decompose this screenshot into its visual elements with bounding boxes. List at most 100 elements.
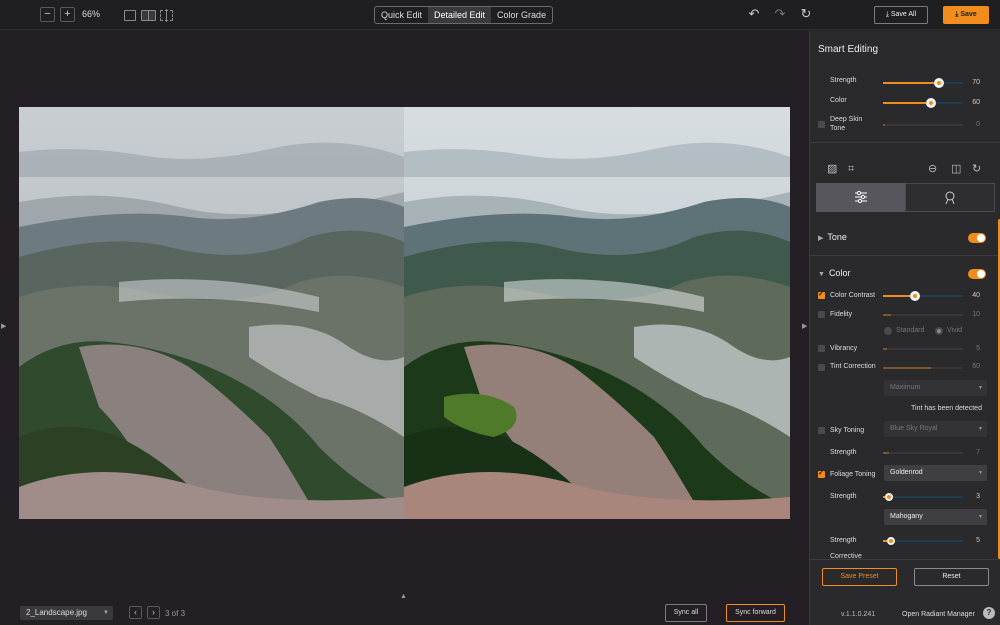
vibrancy-slider[interactable] bbox=[883, 348, 963, 350]
foliage-toning-dropdown-2[interactable]: Mahogany ▼ bbox=[884, 509, 987, 525]
deep-skin-value: 0 bbox=[976, 121, 980, 128]
save-all-button[interactable]: ⤓ Save All bbox=[874, 6, 928, 24]
file-selector[interactable]: 2_Landscape.jpg ▼ bbox=[20, 606, 113, 620]
next-image-button[interactable]: › bbox=[147, 606, 160, 619]
image-icon[interactable]: ▨ bbox=[827, 163, 837, 175]
fidelity-fill bbox=[883, 314, 891, 316]
flip-horizontal-icon[interactable]: ◫ bbox=[951, 163, 961, 175]
strength-slider[interactable] bbox=[883, 78, 963, 88]
sync-forward-button[interactable]: Sync forward bbox=[726, 604, 785, 622]
sky-strength-label: Strength bbox=[830, 449, 857, 456]
filmstrip-toggle-icon[interactable]: ▲ bbox=[400, 593, 407, 600]
color-toggle[interactable] bbox=[968, 269, 986, 279]
color-knob[interactable] bbox=[926, 98, 936, 108]
open-radiant-manager-link[interactable]: Open Radiant Manager bbox=[902, 611, 975, 618]
color-contrast-knob[interactable] bbox=[910, 291, 920, 301]
tint-dropdown-value: Maximum bbox=[890, 384, 921, 391]
reset-button[interactable]: Reset bbox=[914, 568, 989, 586]
sliders-icon bbox=[855, 191, 867, 203]
deep-skin-label-2: Tone bbox=[830, 125, 846, 132]
strength-knob[interactable] bbox=[934, 78, 944, 88]
deep-skin-slider[interactable] bbox=[883, 124, 963, 126]
divider bbox=[810, 255, 1000, 256]
tint-correction-slider[interactable] bbox=[883, 367, 963, 369]
color-slider[interactable] bbox=[883, 98, 963, 108]
tab-quick-edit[interactable]: Quick Edit bbox=[375, 7, 428, 23]
sync-all-button[interactable]: Sync all bbox=[665, 604, 707, 622]
foliage-toning-checkbox[interactable] bbox=[818, 469, 825, 478]
foliage-strength-2-slider[interactable] bbox=[883, 537, 963, 545]
divider bbox=[810, 142, 1000, 143]
tone-toggle[interactable] bbox=[968, 233, 986, 243]
strength-label: Strength bbox=[830, 77, 857, 84]
vibrancy-fill bbox=[883, 348, 887, 350]
crop-icon[interactable]: ⌗ bbox=[848, 163, 854, 175]
radio-standard[interactable] bbox=[884, 327, 892, 335]
help-icon[interactable]: ? bbox=[983, 607, 995, 619]
sky-strength-fill bbox=[883, 452, 889, 454]
foliage-strength-2-knob[interactable] bbox=[887, 537, 895, 545]
deep-skin-label: Deep Skin bbox=[830, 116, 863, 123]
fidelity-label: Fidelity bbox=[830, 311, 853, 318]
save-preset-button[interactable]: Save Preset bbox=[822, 568, 897, 586]
zoom-in-button[interactable]: + bbox=[60, 7, 75, 22]
split-view-icon[interactable] bbox=[160, 9, 173, 22]
tab-detailed-edit[interactable]: Detailed Edit bbox=[428, 7, 492, 23]
tab-color-grade[interactable]: Color Grade bbox=[491, 7, 552, 23]
prev-image-button[interactable]: ‹ bbox=[129, 606, 142, 619]
flip-vertical-icon[interactable]: ⊖ bbox=[928, 163, 937, 175]
foliage-strength-2-value: 5 bbox=[976, 537, 980, 544]
adjustments-panel: Smart Editing Strength 70 Color 60 Deep … bbox=[809, 31, 1000, 625]
foliage-toning-dropdown-2-value: Mahogany bbox=[890, 513, 923, 520]
side-by-side-view-icon[interactable] bbox=[141, 10, 156, 21]
foliage-toning-label: Foliage Toning bbox=[830, 471, 876, 478]
deep-skin-fill bbox=[883, 124, 886, 126]
rotate-icon[interactable]: ↻ bbox=[972, 163, 981, 175]
sky-toning-label: Sky Toning bbox=[830, 427, 865, 434]
sky-toning-checkbox[interactable] bbox=[818, 427, 825, 434]
zoom-level: 66% bbox=[82, 9, 101, 19]
tint-correction-value: 60 bbox=[972, 363, 980, 370]
foliage-strength-slider[interactable] bbox=[883, 493, 963, 501]
fidelity-value: 10 bbox=[972, 311, 980, 318]
vibrancy-checkbox[interactable] bbox=[818, 345, 825, 352]
tone-section-header[interactable]: ▶ Tone bbox=[818, 232, 847, 242]
color-fill bbox=[883, 102, 931, 104]
tab-adjustments[interactable] bbox=[816, 183, 906, 212]
chevron-down-icon: ▼ bbox=[818, 271, 825, 278]
chevron-down-icon: ▼ bbox=[103, 610, 109, 616]
top-toolbar: − + 66% Quick Edit Detailed Edit Color G… bbox=[0, 0, 1000, 30]
right-panel-toggle-icon[interactable]: ▶ bbox=[802, 322, 807, 330]
foliage-strength-knob[interactable] bbox=[885, 493, 894, 501]
sky-toning-dropdown[interactable]: Blue Sky Royal ▼ bbox=[884, 421, 987, 437]
sky-strength-value: 7 bbox=[976, 449, 980, 456]
save-button[interactable]: ⤓ Save bbox=[943, 6, 989, 24]
edit-mode-tabs: Quick Edit Detailed Edit Color Grade bbox=[374, 6, 554, 24]
tone-section-label: Tone bbox=[827, 232, 847, 242]
radio-vivid[interactable] bbox=[935, 327, 943, 335]
undo-icon[interactable]: ↶ bbox=[747, 7, 761, 21]
file-name: 2_Landscape.jpg bbox=[26, 608, 87, 617]
refresh-icon[interactable]: ↻ bbox=[799, 7, 813, 21]
fidelity-slider[interactable] bbox=[883, 314, 963, 316]
radio-standard-label: Standard bbox=[896, 327, 925, 334]
foliage-toning-dropdown[interactable]: Goldenrod ▼ bbox=[884, 465, 987, 481]
tint-detected-note: Tint has been detected bbox=[911, 405, 982, 412]
color-section-header[interactable]: ▼ Color bbox=[818, 268, 850, 278]
zoom-out-button[interactable]: − bbox=[40, 7, 55, 22]
sky-strength-slider[interactable] bbox=[883, 452, 963, 454]
deep-skin-checkbox[interactable] bbox=[818, 121, 825, 128]
single-view-icon[interactable] bbox=[124, 10, 136, 21]
fidelity-checkbox[interactable] bbox=[818, 311, 825, 318]
tab-portrait[interactable] bbox=[905, 183, 995, 212]
chevron-down-icon: ▼ bbox=[978, 514, 983, 520]
color-contrast-slider[interactable] bbox=[883, 291, 963, 301]
tint-correction-checkbox[interactable] bbox=[818, 364, 825, 371]
panel-footer: Save Preset Reset v.1.1.0.241 Open Radia… bbox=[810, 559, 1000, 625]
redo-icon[interactable]: ↷ bbox=[773, 7, 787, 21]
color-label: Color bbox=[830, 97, 847, 104]
left-panel-toggle-icon[interactable]: ▶ bbox=[1, 322, 6, 330]
foliage-strength-label: Strength bbox=[830, 493, 857, 500]
color-contrast-checkbox[interactable] bbox=[818, 290, 825, 299]
tint-dropdown[interactable]: Maximum ▼ bbox=[884, 380, 987, 396]
